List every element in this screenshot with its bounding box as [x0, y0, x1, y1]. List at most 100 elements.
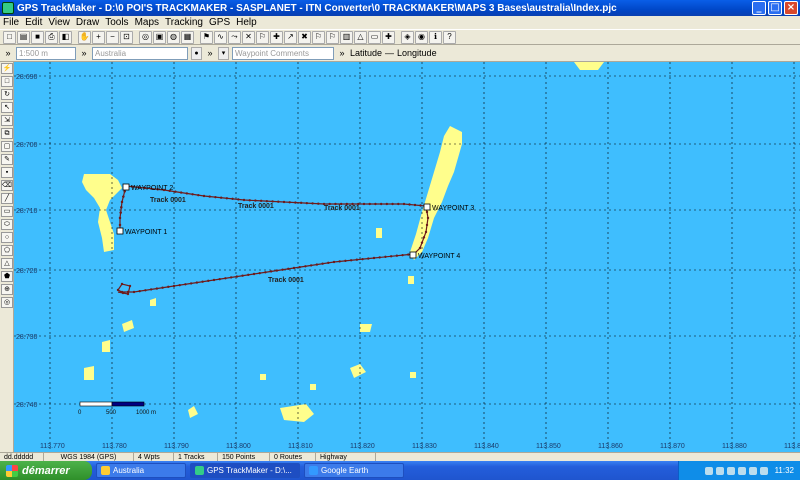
- copy-icon[interactable]: ⧉: [1, 128, 13, 139]
- rotate-icon[interactable]: ↻: [1, 89, 13, 100]
- globe-icon[interactable]: ◍: [167, 30, 180, 44]
- circle-icon[interactable]: ○: [1, 232, 13, 243]
- select-icon[interactable]: □: [1, 76, 13, 87]
- ellipse-icon[interactable]: ⬭: [1, 219, 13, 230]
- eraser-icon[interactable]: ⌫: [1, 180, 13, 191]
- menu-maps[interactable]: Maps: [132, 17, 162, 28]
- arrow-icon[interactable]: ↗: [284, 30, 297, 44]
- flag-icon[interactable]: ⚐: [256, 30, 269, 44]
- preview-icon[interactable]: ◧: [59, 30, 72, 44]
- rectangle-icon[interactable]: ▭: [1, 206, 13, 217]
- maximize-button[interactable]: □: [768, 1, 782, 15]
- expand-arrow-icon[interactable]: »: [205, 48, 215, 58]
- building-icon[interactable]: ▥: [340, 30, 353, 44]
- islet-13: [410, 372, 416, 378]
- line-icon[interactable]: ╱: [1, 193, 13, 204]
- cursor-icon[interactable]: ↖: [1, 102, 13, 113]
- pentagon-icon[interactable]: ⬟: [1, 271, 13, 282]
- map-canvas[interactable]: 28.690 28.700 28.710 28.720 28.730 28.740 113…: [14, 62, 800, 452]
- zoom-in-icon[interactable]: +: [92, 30, 105, 44]
- menu-help[interactable]: Help: [233, 17, 260, 28]
- route-icon[interactable]: ⤳: [228, 30, 241, 44]
- close-button[interactable]: ×: [784, 1, 798, 15]
- map-icon[interactable]: ▦: [181, 30, 194, 44]
- menu-edit[interactable]: Edit: [22, 17, 45, 28]
- save-icon[interactable]: ■: [31, 30, 44, 44]
- pointer-icon[interactable]: ⚡: [1, 63, 13, 74]
- expand-arrow-icon[interactable]: »: [3, 48, 13, 58]
- waypoint-1[interactable]: WAYPOINT 1: [116, 227, 167, 236]
- menu-view[interactable]: View: [45, 17, 73, 28]
- waypoint-comments-field[interactable]: Waypoint Comments: [232, 46, 334, 60]
- satellite-icon[interactable]: ◉: [415, 30, 428, 44]
- binoculars-icon[interactable]: ◎: [139, 30, 152, 44]
- target-icon[interactable]: ◎: [1, 297, 13, 308]
- polygon-icon[interactable]: ⬠: [1, 245, 13, 256]
- map-name-field[interactable]: Australia: [92, 46, 188, 60]
- task-australia[interactable]: Australia: [96, 463, 186, 478]
- flag3-icon[interactable]: ⚐: [326, 30, 339, 44]
- scale-field[interactable]: 1:500 m: [16, 46, 76, 60]
- menu-tracking[interactable]: Tracking: [162, 17, 206, 28]
- menu-draw[interactable]: Draw: [73, 17, 102, 28]
- track-icon[interactable]: ∿: [214, 30, 227, 44]
- menu-tools[interactable]: Tools: [102, 17, 131, 28]
- tray-icon[interactable]: [748, 466, 757, 475]
- minimize-button[interactable]: _: [752, 1, 766, 15]
- track-point: [207, 279, 210, 283]
- tray-icon[interactable]: [704, 466, 713, 475]
- track-point: [144, 289, 147, 292]
- track-point: [132, 290, 136, 294]
- tray-icon[interactable]: [737, 466, 746, 475]
- paste-icon[interactable]: ▢: [1, 141, 13, 152]
- tray-icon[interactable]: [715, 466, 724, 475]
- hand-icon[interactable]: ✋: [78, 30, 91, 44]
- task-google-earth[interactable]: Google Earth: [304, 463, 404, 478]
- start-button[interactable]: démarrer: [0, 461, 92, 480]
- map-svg[interactable]: 28.690 28.700 28.710 28.720 28.730 28.740 113…: [14, 62, 800, 452]
- move-icon[interactable]: ⇲: [1, 115, 13, 126]
- help-icon[interactable]: ?: [443, 30, 456, 44]
- delete-icon[interactable]: ✕: [242, 30, 255, 44]
- cross-icon[interactable]: ⊕: [1, 284, 13, 295]
- print-icon[interactable]: ⎙: [45, 30, 58, 44]
- new-icon[interactable]: □: [3, 30, 16, 44]
- palette-icon[interactable]: ▣: [153, 30, 166, 44]
- waypoint-icon[interactable]: ⚑: [200, 30, 213, 44]
- latitude-label: 28.690: [16, 74, 38, 81]
- cross-icon[interactable]: ✖: [298, 30, 311, 44]
- longitude-label: 113.850: [536, 443, 561, 450]
- tent-icon[interactable]: △: [354, 30, 367, 44]
- flag2-icon[interactable]: ⚐: [312, 30, 325, 44]
- menu-file[interactable]: File: [0, 17, 22, 28]
- track-point: [120, 200, 124, 204]
- status-bar: dd.ddddd WGS 1984 (GPS) 4 Wpts 1 Tracks …: [0, 452, 800, 462]
- task-label: Australia: [113, 466, 145, 475]
- cross2-icon[interactable]: ✚: [382, 30, 395, 44]
- task-gps-trackmaker[interactable]: GPS TrackMaker - D:\...: [190, 463, 300, 478]
- pin-icon[interactable]: ✚: [270, 30, 283, 44]
- map-color-button[interactable]: ●: [191, 46, 202, 60]
- expand-arrow-icon[interactable]: »: [79, 48, 89, 58]
- waypoint-3[interactable]: WAYPOINT 3: [423, 203, 474, 212]
- pencil-icon[interactable]: ✎: [1, 154, 13, 165]
- waypoint-icon: [409, 251, 417, 259]
- track-point: [122, 195, 125, 198]
- info-icon[interactable]: ℹ: [429, 30, 442, 44]
- waypoint-2[interactable]: WAYPOINT 2: [122, 183, 173, 192]
- open-icon[interactable]: ▤: [17, 30, 30, 44]
- zoom-out-icon[interactable]: −: [106, 30, 119, 44]
- gps-icon[interactable]: ◈: [401, 30, 414, 44]
- expand-arrow-icon[interactable]: »: [337, 48, 347, 58]
- menu-gps[interactable]: GPS: [206, 17, 233, 28]
- car-icon[interactable]: ▭: [368, 30, 381, 44]
- zoom-area-icon[interactable]: ⊡: [120, 30, 133, 44]
- triangle-icon[interactable]: △: [1, 258, 13, 269]
- waypoint-label: WAYPOINT 2: [131, 185, 173, 192]
- tray-icon[interactable]: [726, 466, 735, 475]
- paint-icon[interactable]: ▪: [1, 167, 13, 178]
- waypoint-4[interactable]: WAYPOINT 4: [409, 251, 460, 260]
- dropdown-icon[interactable]: ▾: [218, 46, 229, 60]
- track-point: [237, 198, 240, 201]
- tray-icon[interactable]: [759, 466, 768, 475]
